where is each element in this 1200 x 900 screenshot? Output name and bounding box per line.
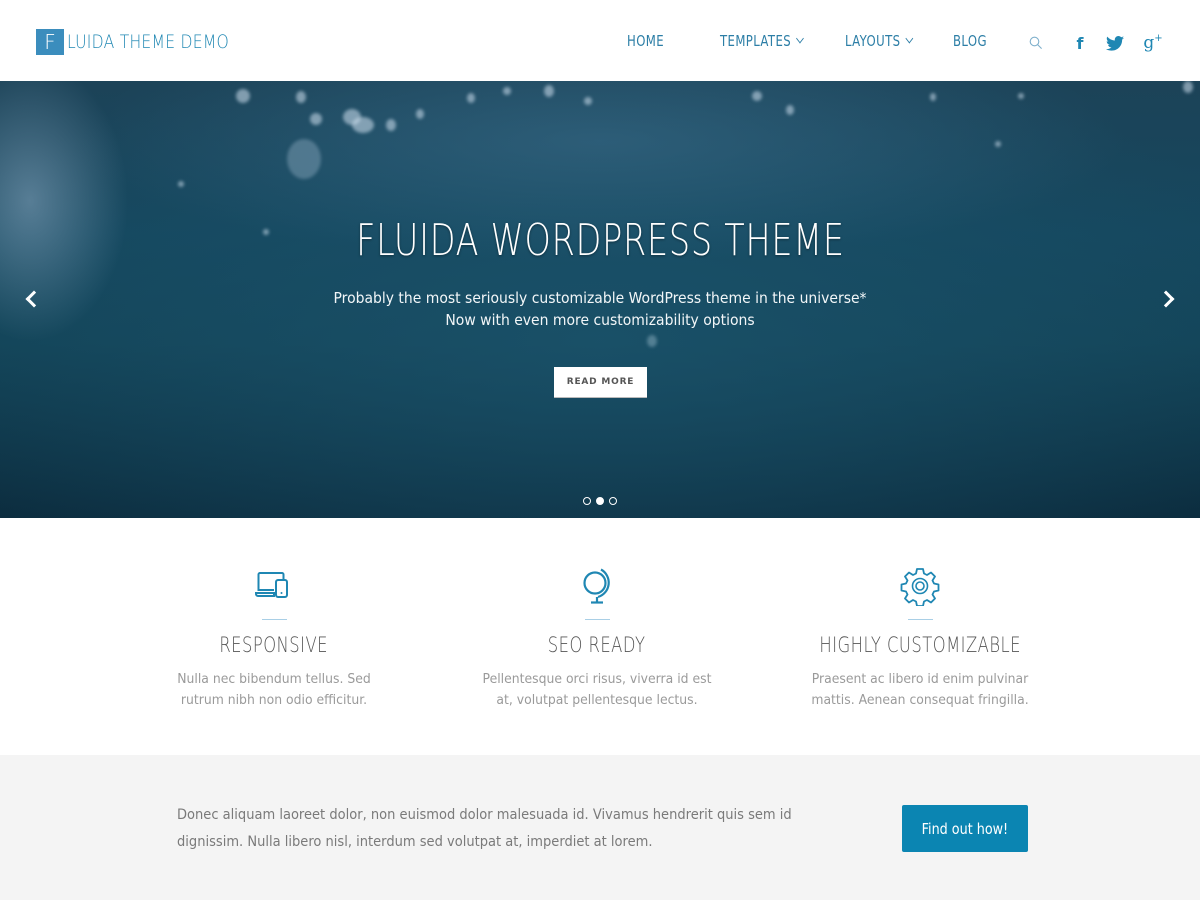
- site-title: LUIDA THEME DEMO: [67, 31, 230, 53]
- nav-blog[interactable]: BLOG: [953, 32, 987, 50]
- find-out-how-button[interactable]: Find out how!: [902, 805, 1028, 852]
- bokeh-light: [352, 117, 374, 133]
- feature-title: SEO READY: [447, 633, 747, 657]
- feature-description-line: Praesent ac libero id enim pulvinar: [811, 671, 1029, 687]
- site-logo[interactable]: F LUIDA THEME DEMO: [36, 29, 265, 55]
- slider-pagination: [583, 497, 617, 505]
- feature-title-text: SEO READY: [548, 633, 646, 657]
- feature-description-line: Nulla nec bibendum tellus. Sed: [177, 671, 371, 687]
- devices-icon: [255, 572, 288, 598]
- hero-title: FLUIDA WORDPRESS THEME: [0, 215, 1200, 266]
- slider-prev-arrow-icon[interactable]: [22, 289, 42, 309]
- facebook-icon: f: [1076, 33, 1084, 53]
- hero-title-text: FLUIDA WORDPRESS THEME: [355, 215, 845, 266]
- nav-home-label: HOME: [627, 32, 665, 50]
- gear-icon: [900, 568, 940, 606]
- nav-templates[interactable]: TEMPLATES: [720, 32, 804, 50]
- slider-dot[interactable]: [609, 497, 617, 505]
- feature-description-line: Pellentesque orci risus, viverra id est: [482, 671, 712, 687]
- search-button[interactable]: [1027, 32, 1045, 54]
- hero-slider: FLUIDA WORDPRESS THEME Probably the most…: [0, 81, 1200, 518]
- feature-divider: [262, 619, 287, 620]
- bokeh-light: [287, 139, 321, 179]
- bokeh-light: [1018, 93, 1024, 99]
- chevron-down-icon: [905, 33, 914, 44]
- bokeh-light: [786, 105, 794, 115]
- nav-blog-label: BLOG: [953, 32, 987, 50]
- bokeh-light: [503, 87, 511, 95]
- bokeh-light: [584, 97, 592, 105]
- nav-templates-label: TEMPLATES: [720, 32, 792, 50]
- google-plus-link[interactable]: g+: [1141, 32, 1165, 54]
- hero-subtitle: Probably the most seriously customizable…: [0, 287, 1200, 331]
- bokeh-light: [930, 93, 936, 101]
- globe-icon: [583, 568, 610, 604]
- google-plus-icon: g+: [1143, 33, 1162, 53]
- twitter-link[interactable]: [1104, 32, 1126, 54]
- twitter-icon: [1106, 35, 1124, 51]
- feature-title-text: HIGHLY CUSTOMIZABLE: [819, 633, 1021, 657]
- feature-description-line: rutrum nibh non odio efficitur.: [180, 692, 368, 708]
- cta-text: Donec aliquam laoreet dolor, non euismod…: [177, 802, 877, 856]
- bokeh-light: [416, 109, 424, 119]
- bokeh-light: [386, 119, 396, 131]
- bokeh-light: [544, 85, 554, 97]
- slider-dot-active[interactable]: [596, 497, 604, 505]
- bokeh-light: [752, 91, 762, 101]
- read-more-button[interactable]: READ MORE: [554, 367, 647, 398]
- cta-text-line: Donec aliquam laoreet dolor, non euismod…: [177, 807, 792, 823]
- chevron-down-icon: [796, 33, 804, 44]
- site-header: F LUIDA THEME DEMO HOME TEMPLATES LAYOUT…: [0, 0, 1200, 81]
- nav-layouts-label: LAYOUTS: [845, 32, 901, 50]
- facebook-link[interactable]: f: [1071, 32, 1089, 54]
- features-section: RESPONSIVE Nulla nec bibendum tellus. Se…: [0, 518, 1200, 755]
- cta-text-line: dignissim. Nulla libero nisl, interdum s…: [177, 834, 653, 850]
- logo-mark: F: [36, 29, 64, 55]
- bokeh-light: [310, 113, 322, 125]
- slider-dot[interactable]: [583, 497, 591, 505]
- feature-description-line: at, volutpat pellentesque lectus.: [496, 692, 698, 708]
- bokeh-light: [1183, 81, 1193, 93]
- bokeh-light: [236, 89, 250, 103]
- feature-title-text: RESPONSIVE: [219, 633, 329, 657]
- feature-title: RESPONSIVE: [124, 633, 424, 657]
- slider-next-arrow-icon[interactable]: [1158, 289, 1178, 309]
- hero-subtitle-line: Probably the most seriously customizable…: [333, 289, 867, 307]
- feature-description: Praesent ac libero id enim pulvinar matt…: [770, 669, 1070, 711]
- bokeh-light: [296, 91, 306, 103]
- feature-description: Nulla nec bibendum tellus. Sed rutrum ni…: [124, 669, 424, 711]
- search-icon: [1029, 36, 1042, 49]
- bokeh-light: [467, 93, 475, 103]
- feature-divider: [908, 619, 933, 620]
- google-plus-glyph: g: [1143, 33, 1155, 53]
- feature-description: Pellentesque orci risus, viverra id est …: [447, 669, 747, 711]
- find-out-how-label: Find out how!: [921, 819, 1009, 838]
- hero-subtitle-line: Now with even more customizability optio…: [445, 311, 755, 329]
- google-plus-sup: +: [1154, 33, 1163, 45]
- feature-title: HIGHLY CUSTOMIZABLE: [770, 633, 1070, 657]
- bokeh-light: [995, 141, 1001, 147]
- feature-divider: [585, 619, 610, 620]
- call-to-action-section: Donec aliquam laoreet dolor, non euismod…: [0, 755, 1200, 900]
- bokeh-light: [178, 181, 184, 187]
- nav-layouts[interactable]: LAYOUTS: [845, 32, 914, 50]
- feature-description-line: mattis. Aenean consequat fringilla.: [811, 692, 1029, 708]
- bokeh-light: [647, 335, 657, 347]
- nav-home[interactable]: HOME: [627, 32, 664, 50]
